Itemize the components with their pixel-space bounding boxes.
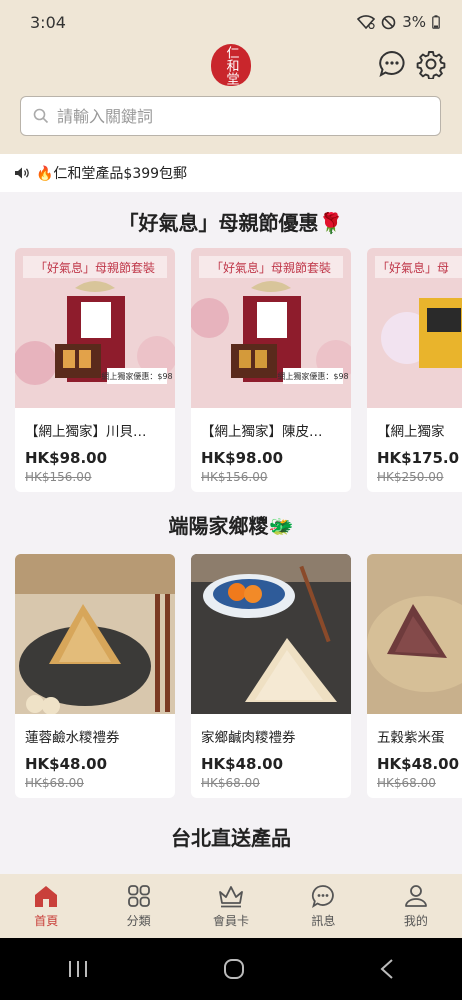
- announcement-bar[interactable]: 🔥仁和堂產品$399包郵: [0, 154, 462, 192]
- product-image: [367, 554, 462, 714]
- search-input[interactable]: [57, 106, 417, 126]
- product-price: HK$98.00: [25, 449, 108, 467]
- product-image: 「好氣息」母親節套裝 網上獨家優惠：$98: [15, 248, 175, 408]
- nav-item-home[interactable]: 首頁: [0, 874, 92, 938]
- wifi-icon: [357, 15, 376, 29]
- recent-apps-icon[interactable]: [67, 959, 89, 979]
- product-row-dragon-boat[interactable]: 蓮蓉鹼水糭禮券 HK$48.00 HK$68.00 家鄉鹹肉糭禮券 HK$48.…: [0, 554, 462, 798]
- product-name: 蓮蓉鹼水糭禮券: [25, 730, 120, 746]
- product-price: HK$48.00: [377, 755, 460, 773]
- product-card[interactable]: 五穀紫米蛋 HK$48.00 HK$68.00: [367, 554, 462, 798]
- product-name: 【網上獨家: [377, 424, 445, 440]
- app-header: 仁和堂: [0, 44, 462, 154]
- product-card[interactable]: 「好氣息」母親節套裝 網上獨家優惠：$98 【網上獨家】川貝… HK$98.00…: [15, 248, 175, 492]
- product-banner: 「好氣息」母親節套裝: [35, 260, 155, 275]
- product-banner: 「好氣息」母親節套裝: [211, 260, 331, 275]
- product-image: [15, 554, 175, 714]
- product-original-price: HK$68.00: [377, 776, 436, 790]
- nav-label: 首頁: [34, 913, 59, 928]
- back-icon[interactable]: [379, 958, 395, 980]
- search-icon: [33, 108, 49, 124]
- product-price: HK$48.00: [201, 755, 284, 773]
- product-original-price: HK$68.00: [25, 776, 84, 790]
- section-title-dragon-boat: 端陽家鄉糭🐲: [168, 514, 294, 538]
- product-image: 「好氣息」母: [367, 248, 462, 408]
- product-original-price: HK$68.00: [201, 776, 260, 790]
- nav-item-category[interactable]: 分類: [92, 874, 184, 938]
- battery-percent: 3%: [402, 13, 426, 31]
- product-name: 【網上獨家】川貝…: [25, 424, 147, 440]
- system-nav-bar: [0, 938, 462, 1000]
- user-icon: [404, 884, 427, 907]
- nav-item-messages[interactable]: 訊息: [277, 874, 369, 938]
- crown-icon: [219, 885, 243, 907]
- battery-icon: [432, 15, 440, 29]
- search-bar[interactable]: [20, 96, 441, 136]
- product-original-price: HK$156.00: [25, 470, 92, 484]
- product-original-price: HK$156.00: [201, 470, 268, 484]
- section-title-mothers-day: 「好氣息」母親節優惠🌹: [118, 211, 344, 235]
- product-price: HK$48.00: [25, 755, 108, 773]
- product-image: [191, 554, 351, 714]
- product-price: HK$98.00: [201, 449, 284, 467]
- announcement-text: 🔥仁和堂產品$399包郵: [36, 166, 188, 182]
- product-banner: 「好氣息」母: [377, 260, 449, 275]
- product-promo-label: 網上獨家優惠：$98: [277, 371, 348, 381]
- status-time: 3:04: [30, 12, 66, 32]
- speaker-icon: [15, 167, 29, 179]
- section-title-taipei: 台北直送產品: [171, 826, 291, 850]
- product-row-mothers-day[interactable]: 「好氣息」母親節套裝 網上獨家優惠：$98 【網上獨家】川貝… HK$98.00…: [0, 248, 462, 492]
- nav-item-member-card[interactable]: 會員卡: [185, 874, 277, 938]
- nav-label: 我的: [403, 913, 428, 928]
- product-name: 家鄉鹹肉糭禮券: [201, 730, 296, 746]
- nav-label: 分類: [126, 913, 151, 928]
- nav-item-profile[interactable]: 我的: [370, 874, 462, 938]
- product-promo-label: 網上獨家優惠：$98: [101, 371, 172, 381]
- category-icon: [127, 884, 150, 907]
- product-card[interactable]: 家鄉鹹肉糭禮券 HK$48.00 HK$68.00: [191, 554, 351, 798]
- product-name: 五穀紫米蛋: [377, 730, 445, 746]
- settings-gear-icon[interactable]: [415, 48, 447, 80]
- product-price: HK$175.0: [377, 449, 460, 467]
- home-icon: [35, 885, 58, 907]
- do-not-disturb-icon: [381, 15, 396, 29]
- product-original-price: HK$250.00: [377, 470, 444, 484]
- brand-logo[interactable]: 仁和堂: [211, 44, 251, 86]
- product-name: 【網上獨家】陳皮…: [201, 424, 323, 440]
- product-card[interactable]: 蓮蓉鹼水糭禮券 HK$48.00 HK$68.00: [15, 554, 175, 798]
- status-indicators: 3%: [357, 13, 440, 31]
- message-icon: [312, 884, 335, 908]
- status-bar: 3:04 3%: [0, 0, 462, 44]
- nav-label: 會員卡: [213, 913, 250, 928]
- product-card[interactable]: 「好氣息」母 【網上獨家 HK$175.0 HK$250.00: [367, 248, 462, 492]
- bottom-nav: 首頁 分類 會員卡 訊息 我的: [0, 874, 462, 938]
- product-image: 「好氣息」母親節套裝 網上獨家優惠：$98: [191, 248, 351, 408]
- chat-icon[interactable]: [376, 48, 408, 80]
- nav-label: 訊息: [311, 913, 336, 928]
- home-button-icon[interactable]: [222, 957, 246, 981]
- main-content[interactable]: 「好氣息」母親節優惠🌹 「好氣息」母親節套裝 網上獨家優惠：$98 【網上獨家】…: [0, 192, 462, 874]
- product-card[interactable]: 「好氣息」母親節套裝 網上獨家優惠：$98 【網上獨家】陳皮… HK$98.00…: [191, 248, 351, 492]
